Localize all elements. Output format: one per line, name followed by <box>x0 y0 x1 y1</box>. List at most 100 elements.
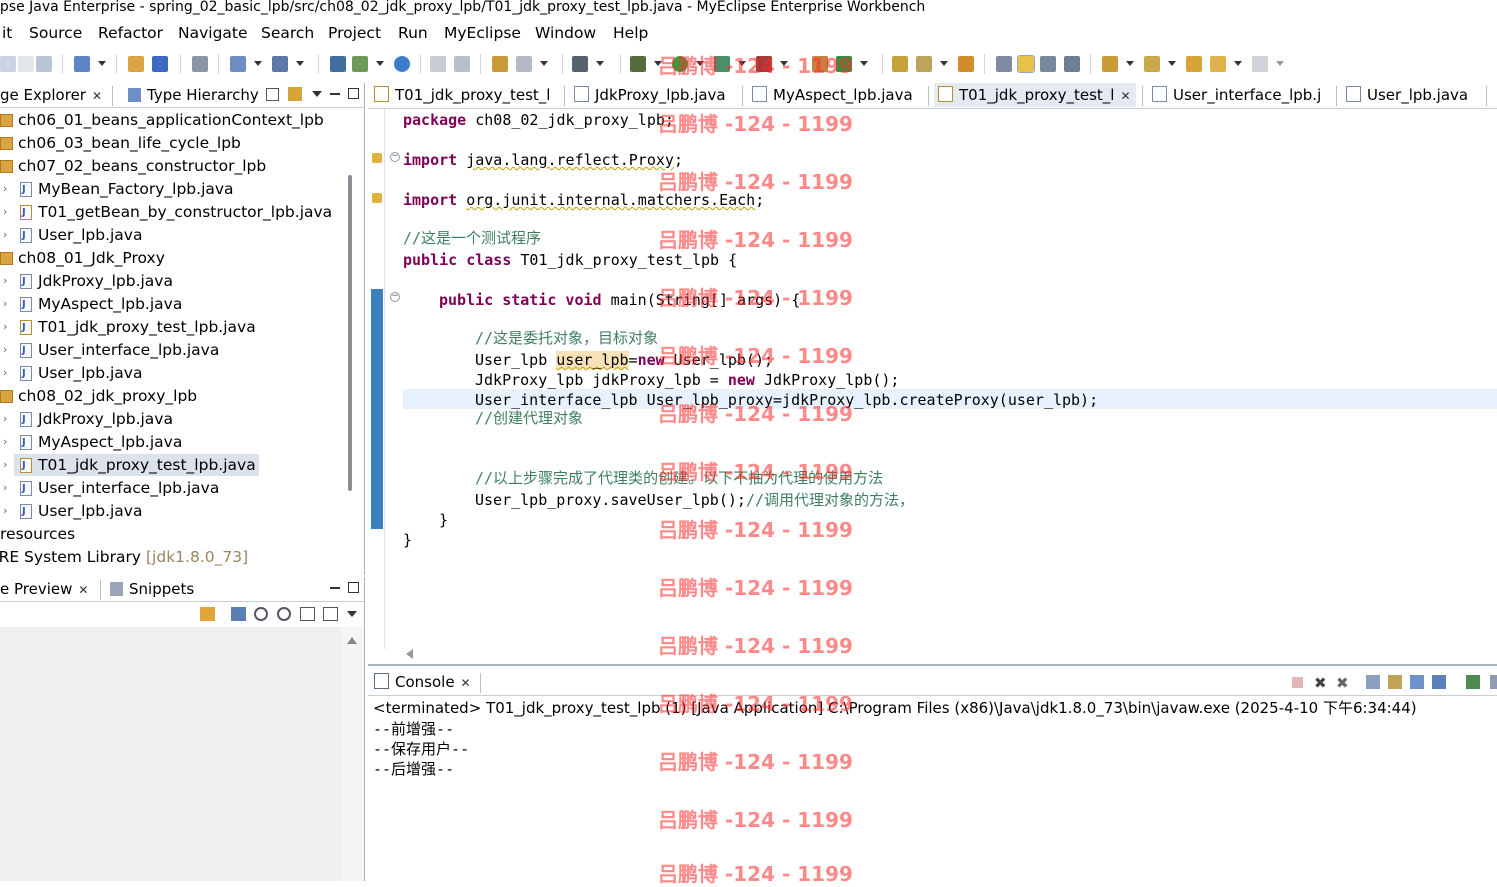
close-icon[interactable]: ✕ <box>78 583 88 597</box>
expand-arrow-icon[interactable]: › <box>3 431 7 453</box>
zoom-100-icon[interactable] <box>300 607 315 621</box>
code-comment[interactable]: //创建代理对象 <box>475 408 583 428</box>
word-wrap-icon[interactable] <box>1410 675 1424 689</box>
next-annotation-icon[interactable] <box>1102 56 1118 72</box>
expand-arrow-icon[interactable]: › <box>3 477 7 499</box>
expand-arrow-icon[interactable]: › <box>3 201 7 223</box>
close-icon[interactable]: ✕ <box>92 89 102 103</box>
code-line[interactable]: public class T01_jdk_proxy_test_lpb { <box>403 250 737 270</box>
menu-run[interactable]: Run <box>398 24 428 42</box>
code-comment[interactable]: //这是一个测试程序 <box>403 228 541 248</box>
expand-arrow-icon[interactable]: › <box>3 270 7 292</box>
code-line[interactable]: User_lpb user_lpb=new User_lpb(); <box>475 350 773 370</box>
camera-icon[interactable] <box>572 56 588 72</box>
menu-source[interactable]: Source <box>29 24 82 42</box>
edit-icon[interactable] <box>916 56 932 72</box>
tab-type-hierarchy[interactable]: Type Hierarchy <box>124 83 259 107</box>
remove-all-icon[interactable]: ✖ <box>1336 674 1349 692</box>
close-icon[interactable]: ✕ <box>461 676 471 690</box>
tree-item-java-file[interactable]: ›T01_getBean_by_constructor_lpb.java <box>0 201 332 224</box>
tree-item-java-file[interactable]: ›User_lpb.java <box>0 224 142 247</box>
last-edit-icon[interactable] <box>1186 56 1202 72</box>
minimize-icon[interactable] <box>330 587 340 589</box>
toggle-mark-icon[interactable] <box>996 56 1012 72</box>
link-with-editor-icon[interactable] <box>288 87 302 101</box>
tree-item-java-file[interactable]: ›User_interface_lpb.java <box>0 339 219 362</box>
tree-item-java-file[interactable]: ›MyBean_Factory_lpb.java <box>0 178 234 201</box>
menu-edit[interactable]: it <box>2 24 12 42</box>
code-line[interactable]: package ch08_02_jdk_proxy_lpb; <box>403 110 674 130</box>
run-icon[interactable] <box>672 56 688 72</box>
tree-item-java-file[interactable]: ›MyAspect_lpb.java <box>0 431 182 454</box>
code-line[interactable]: JdkProxy_lpb jdkProxy_lpb = new JdkProxy… <box>475 370 899 390</box>
view-menu-icon[interactable] <box>312 91 322 97</box>
external-tools-icon[interactable] <box>756 56 772 72</box>
explorer-scrollbar[interactable] <box>348 175 352 491</box>
tree-item-java-file[interactable]: ›JdkProxy_lpb.java <box>0 408 173 431</box>
code-line[interactable]: } <box>439 510 448 530</box>
warning-icon[interactable] <box>372 153 382 163</box>
highlight-icon[interactable] <box>1017 55 1035 73</box>
clear-console-icon[interactable] <box>1366 675 1380 689</box>
tree-item-package[interactable]: ch08_02_jdk_proxy_lpb <box>0 385 197 407</box>
view-menu-icon[interactable] <box>347 611 357 617</box>
debug-icon[interactable] <box>630 56 646 72</box>
deploy-icon[interactable] <box>192 56 208 72</box>
open-perspective-icon[interactable] <box>492 56 508 72</box>
scroll-left-icon[interactable] <box>406 649 413 659</box>
menu-myeclipse[interactable]: MyEclipse <box>444 24 521 42</box>
new-wizard-icon[interactable] <box>74 56 90 72</box>
tree-item-java-file[interactable]: ›JdkProxy_lpb.java <box>0 270 173 293</box>
menu-navigate[interactable]: Navigate <box>178 24 248 42</box>
print-icon[interactable] <box>18 56 34 72</box>
run-server-icon[interactable] <box>352 56 368 72</box>
editor-tab[interactable]: JdkProxy_lpb.java <box>570 83 726 107</box>
zoom-in-icon[interactable] <box>277 607 291 621</box>
expand-arrow-icon[interactable]: › <box>3 224 7 246</box>
printer-icon[interactable] <box>36 56 52 72</box>
new-project-icon[interactable] <box>230 56 246 72</box>
expand-arrow-icon[interactable]: › <box>3 178 7 200</box>
menu-project[interactable]: Project <box>328 24 381 42</box>
fit-page-icon[interactable] <box>323 607 338 621</box>
tree-item-java-file[interactable]: ›User_interface_lpb.java <box>0 477 219 500</box>
expand-arrow-icon[interactable]: › <box>3 339 7 361</box>
tree-item-library[interactable]: JRE System Library [jdk1.8.0_73] <box>0 546 248 568</box>
tree-item-java-file[interactable]: ›User_lpb.java <box>0 500 142 523</box>
expand-arrow-icon[interactable]: › <box>3 362 7 384</box>
code-line[interactable]: User_lpb_proxy.saveUser_lpb();//调用代理对象的方… <box>475 490 914 510</box>
tab-package-explorer[interactable]: ge Explorer ✕ <box>0 83 102 107</box>
open-console-icon[interactable] <box>1466 675 1480 689</box>
expand-arrow-icon[interactable]: › <box>3 500 7 522</box>
new-package-icon[interactable] <box>836 56 852 72</box>
scroll-up-icon[interactable] <box>347 637 357 644</box>
maximize-icon[interactable] <box>348 88 359 99</box>
minimize-icon[interactable] <box>330 93 340 95</box>
tree-item-package[interactable]: ch08_01_Jdk_Proxy <box>0 247 165 269</box>
close-icon[interactable]: ✕ <box>1120 89 1130 103</box>
tree-item-java-file[interactable]: ›T01_jdk_proxy_test_lpb.java <box>0 316 256 339</box>
tree-item-java-file-selected[interactable]: ›T01_jdk_proxy_test_lpb.java <box>0 454 259 477</box>
code-line[interactable]: } <box>403 530 412 550</box>
editor-tab[interactable]: User_lpb.java <box>1342 83 1468 107</box>
menu-window[interactable]: Window <box>535 24 596 42</box>
prev-annotation-icon[interactable] <box>1144 56 1160 72</box>
expand-arrow-icon[interactable]: › <box>3 454 7 476</box>
remove-launch-icon[interactable]: ✖ <box>1314 674 1327 692</box>
tasks-icon[interactable] <box>958 56 974 72</box>
open-resource-icon[interactable] <box>152 56 168 72</box>
expand-arrow-icon[interactable]: › <box>3 408 7 430</box>
expand-arrow-icon[interactable]: › <box>3 293 7 315</box>
whitespace-icon[interactable] <box>1064 56 1080 72</box>
expand-arrow-icon[interactable]: › <box>3 316 7 338</box>
new-class-icon[interactable] <box>812 56 828 72</box>
terminate-icon[interactable] <box>1292 677 1303 688</box>
tree-item-package[interactable]: ch06_03_bean_life_cycle_lpb <box>0 132 241 154</box>
code-line-current[interactable]: User_interface_lpb User_lpb_proxy=jdkPro… <box>475 390 1098 410</box>
globe-icon[interactable] <box>516 56 532 72</box>
tab-snippets[interactable]: Snippets <box>106 577 194 601</box>
maximize-icon[interactable] <box>348 582 359 593</box>
tree-item-package[interactable]: ch06_01_beans_applicationContext_lpb <box>0 109 324 131</box>
forward-icon[interactable] <box>1252 56 1268 72</box>
search-icon[interactable] <box>272 56 288 72</box>
